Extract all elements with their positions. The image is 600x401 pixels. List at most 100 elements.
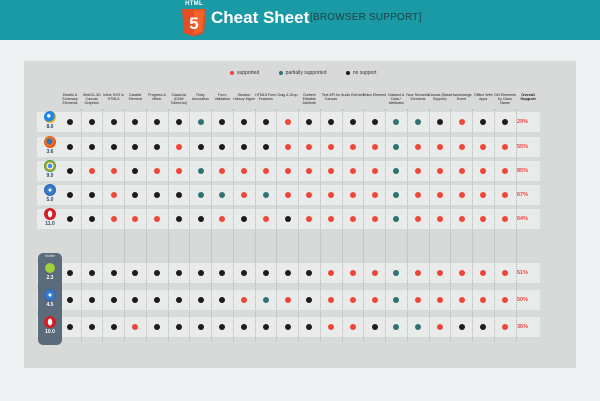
support-dot [371, 270, 378, 276]
support-dot [436, 216, 443, 222]
support-dot [241, 324, 247, 330]
support-dot [262, 168, 269, 174]
support-dot [154, 216, 160, 222]
support-dot [197, 324, 204, 330]
support-dot [88, 297, 95, 303]
support-dot [110, 216, 117, 222]
support-dot [262, 144, 269, 150]
opera-mobile-icon [44, 316, 56, 328]
overall-support-value: 29% [517, 118, 529, 125]
support-dot [262, 119, 269, 125]
support-dot [436, 192, 443, 198]
column-header: Canvas (Basic Support) [428, 93, 452, 102]
support-dot [328, 216, 334, 222]
support-dot [328, 270, 334, 276]
column-gridline [254, 109, 256, 341]
header-bar: HTML 5 Cheat Sheet [BROWSER SUPPORT] [0, 0, 600, 40]
support-dot [88, 144, 95, 150]
support-dot [415, 144, 421, 150]
support-dot [110, 119, 117, 125]
support-dot [175, 324, 182, 330]
support-dot [284, 297, 291, 303]
support-dot [175, 216, 182, 222]
browser-version: 4.5 [46, 302, 54, 308]
support-dot [154, 270, 160, 276]
support-dot [110, 297, 117, 303]
browser-version: 2.3 [46, 275, 54, 281]
support-dot [349, 324, 356, 330]
support-dot [154, 192, 160, 198]
support-dot [502, 144, 508, 150]
legend-item-supported: supported [230, 70, 259, 76]
overall-support-value: 36% [517, 323, 529, 330]
support-dot [349, 297, 356, 303]
browser-version: 9.0 [46, 173, 54, 179]
support-dot [262, 324, 269, 330]
column-header: WebGL-3D Canvas Graphics [82, 93, 101, 106]
support-dot [88, 216, 95, 222]
no-support-dot-icon [345, 70, 350, 75]
support-dot [371, 192, 378, 198]
support-dot [328, 119, 334, 125]
support-dot [415, 119, 421, 125]
support-dot [328, 192, 334, 198]
support-dot [371, 119, 378, 125]
support-dot [371, 216, 378, 222]
internet-explorer-icon [44, 111, 56, 123]
column-header: ClassList (DOM TokenList) [170, 93, 187, 106]
support-dot [154, 168, 160, 174]
svg-text:5: 5 [189, 14, 198, 33]
support-dot [502, 297, 508, 303]
browser-label-chrome: 9.0 [38, 160, 62, 179]
support-dot [415, 192, 421, 198]
column-gridline [211, 109, 212, 341]
support-dot [197, 168, 204, 174]
support-dot [436, 144, 443, 150]
support-dot [328, 168, 334, 174]
ios-safari-icon [44, 289, 56, 301]
column-gridline [472, 109, 473, 341]
support-dot [328, 324, 334, 330]
support-dot [502, 270, 508, 276]
overall-support-value: 51% [517, 269, 529, 276]
support-dot [458, 216, 465, 222]
support-dot [67, 119, 73, 125]
column-header: Drag & Drop [277, 93, 298, 97]
support-dot [67, 324, 73, 330]
logo-html-text: HTML [185, 1, 203, 7]
support-dot [175, 297, 182, 303]
support-dot [458, 192, 465, 198]
support-dot [67, 168, 73, 174]
supported-dot-icon [230, 70, 234, 75]
column-header: Video Element [362, 93, 387, 97]
support-dot [197, 192, 204, 198]
overall-support-header: Overall Support [520, 92, 536, 102]
support-dot [371, 324, 378, 330]
overall-support-value: 67% [517, 191, 529, 198]
column-header: Get Elements by Class Name [494, 93, 516, 106]
support-dot [284, 192, 291, 198]
support-dot [415, 270, 421, 276]
legend: supported partially supported no support [230, 70, 395, 76]
support-dot [349, 144, 356, 150]
support-dot [284, 324, 291, 330]
column-header: New Semantic Elements [406, 93, 430, 102]
support-dot [154, 297, 160, 303]
support-dot [241, 216, 247, 222]
column-gridline [145, 109, 147, 341]
html5-logo-icon: HTML 5 [181, 1, 207, 37]
support-dot [349, 119, 356, 125]
support-dot [436, 324, 443, 330]
support-dot [110, 324, 117, 330]
column-gridline [276, 109, 278, 341]
column-header: Text API for Canvas [321, 93, 341, 102]
support-dot [88, 119, 95, 125]
column-gridline [189, 109, 191, 341]
overall-support-value: 85% [517, 167, 529, 174]
column-header: Offline Web Apps [473, 93, 493, 102]
html5-shield-icon: 5 [182, 9, 206, 37]
browser-version: 11.0 [45, 221, 55, 227]
support-dot [197, 216, 204, 222]
support-dot [349, 270, 356, 276]
support-dot [88, 192, 95, 198]
